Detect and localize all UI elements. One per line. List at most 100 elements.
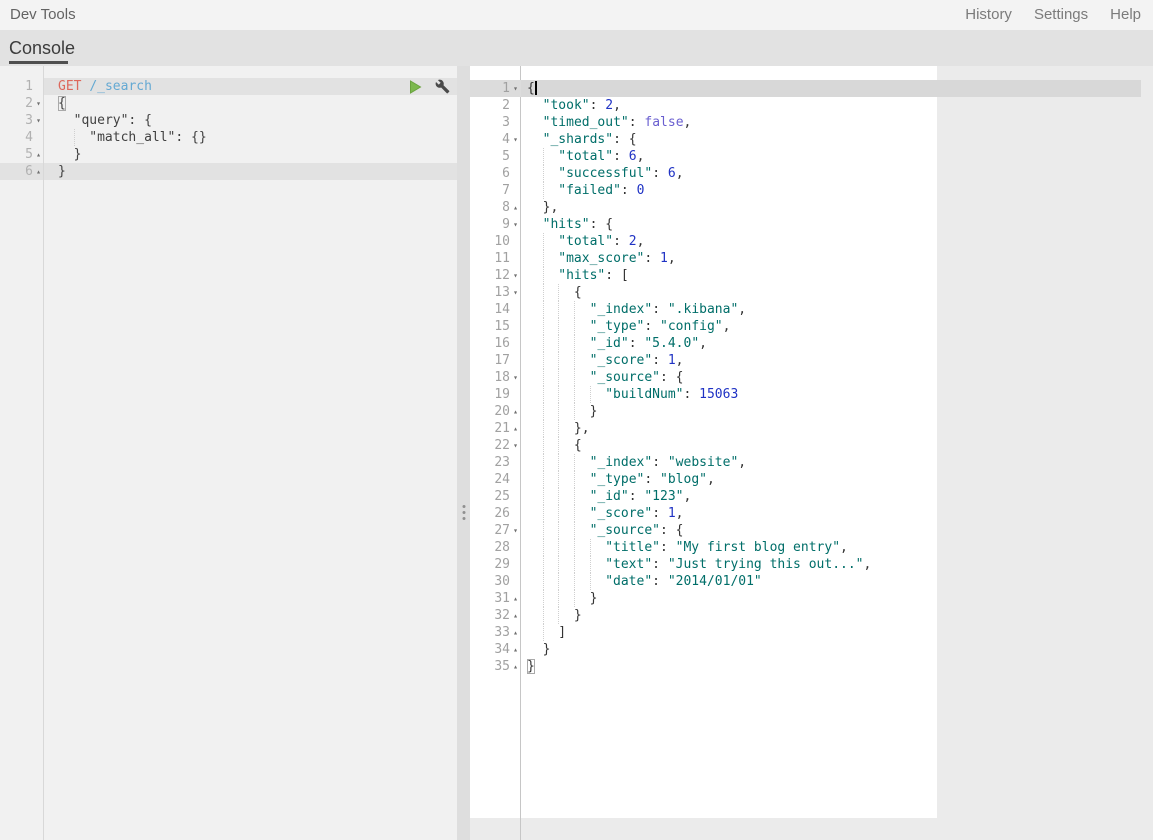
- line-number: 2: [0, 95, 33, 112]
- fold-toggle-icon[interactable]: ▴: [510, 420, 521, 437]
- fold-toggle-icon[interactable]: ▴: [510, 658, 521, 675]
- fold-toggle-icon[interactable]: ▾: [33, 112, 44, 129]
- fold-toggle-icon[interactable]: ▾: [510, 80, 521, 97]
- code-line[interactable]: 7"failed": 0: [470, 182, 1153, 199]
- fold-toggle-icon[interactable]: ▾: [510, 369, 521, 386]
- code-line[interactable]: 2▾{: [0, 95, 457, 112]
- code-line[interactable]: 5▴}: [0, 146, 457, 163]
- code-line[interactable]: 12▾"hits": [: [470, 267, 1153, 284]
- tab-console[interactable]: Console: [9, 38, 75, 59]
- indent-guide: [574, 505, 590, 522]
- gutter-cell: 20▴: [470, 403, 521, 420]
- code-text: ]: [521, 624, 1153, 641]
- fold-toggle-icon[interactable]: ▴: [510, 607, 521, 624]
- code-line[interactable]: 23"_index": "website",: [470, 454, 1153, 471]
- gutter-cell: 17: [470, 352, 521, 369]
- fold-toggle-icon[interactable]: ▾: [510, 284, 521, 301]
- menu-item-help[interactable]: Help: [1110, 6, 1141, 23]
- code-line[interactable]: 18▾"_source": {: [470, 369, 1153, 386]
- code-text: "total": 2,: [521, 233, 1153, 250]
- code-text: }: [44, 146, 457, 163]
- indent-guide: [558, 403, 574, 420]
- line-number: 3: [470, 114, 510, 131]
- panel-splitter[interactable]: [457, 66, 470, 840]
- code-text: "_type": "blog",: [521, 471, 1153, 488]
- code-line[interactable]: 10"total": 2,: [470, 233, 1153, 250]
- indent-guide: [543, 352, 559, 369]
- fold-toggle-icon[interactable]: ▾: [510, 131, 521, 148]
- code-text: "_source": {: [521, 522, 1153, 539]
- line-number: 12: [470, 267, 510, 284]
- code-line[interactable]: 6▴}: [0, 163, 457, 180]
- response-code: 1▾{2"took": 2,3"timed_out": false,4▾"_sh…: [470, 80, 1153, 675]
- gutter-cell: 8▴: [470, 199, 521, 216]
- fold-toggle-icon[interactable]: ▾: [510, 216, 521, 233]
- code-line[interactable]: 3▾"query": {: [0, 112, 457, 129]
- code-line[interactable]: 19 "buildNum": 15063: [470, 386, 1153, 403]
- code-line[interactable]: 9▾"hits": {: [470, 216, 1153, 233]
- fold-toggle-icon[interactable]: ▴: [510, 590, 521, 607]
- fold-toggle-icon[interactable]: ▴: [510, 641, 521, 658]
- code-text: "total": 6,: [521, 148, 1153, 165]
- code-line[interactable]: 17"_score": 1,: [470, 352, 1153, 369]
- line-number: 29: [470, 556, 510, 573]
- fold-toggle-icon[interactable]: ▾: [510, 437, 521, 454]
- fold-toggle-icon[interactable]: ▾: [510, 522, 521, 539]
- code-line[interactable]: 11"max_score": 1,: [470, 250, 1153, 267]
- code-line[interactable]: 22▾{: [470, 437, 1153, 454]
- fold-toggle-icon[interactable]: ▾: [510, 267, 521, 284]
- fold-toggle-icon[interactable]: ▴: [510, 199, 521, 216]
- indent-guide: [543, 165, 559, 182]
- code-line[interactable]: 24"_type": "blog",: [470, 471, 1153, 488]
- fold-toggle-icon[interactable]: ▴: [510, 403, 521, 420]
- code-line[interactable]: 34▴}: [470, 641, 1153, 658]
- response-editor[interactable]: 1▾{2"took": 2,3"timed_out": false,4▾"_sh…: [470, 66, 1153, 840]
- code-line[interactable]: 29"text": "Just trying this out...",: [470, 556, 1153, 573]
- code-line[interactable]: 16"_id": "5.4.0",: [470, 335, 1153, 352]
- request-actions: [407, 79, 450, 95]
- code-line[interactable]: 4▾"_shards": {: [470, 131, 1153, 148]
- fold-toggle-icon[interactable]: ▴: [33, 163, 44, 180]
- code-line[interactable]: 1GET /_search: [0, 78, 457, 95]
- indent-guide: [558, 454, 574, 471]
- code-text: "_id": "5.4.0",: [521, 335, 1153, 352]
- code-line[interactable]: 3"timed_out": false,: [470, 114, 1153, 131]
- request-editor[interactable]: 1GET /_search2▾{3▾"query": {4"match_all"…: [0, 66, 457, 840]
- code-line[interactable]: 28"title": "My first blog entry",: [470, 539, 1153, 556]
- code-text: }: [521, 590, 1153, 607]
- code-line[interactable]: 26"_score": 1,: [470, 505, 1153, 522]
- wrench-icon[interactable]: [435, 79, 450, 94]
- line-number: 35: [470, 658, 510, 675]
- menu-item-settings[interactable]: Settings: [1034, 6, 1088, 23]
- play-icon[interactable]: [407, 79, 423, 95]
- code-line[interactable]: 15"_type": "config",: [470, 318, 1153, 335]
- code-line[interactable]: 31▴}: [470, 590, 1153, 607]
- code-line[interactable]: 35▴}: [470, 658, 1153, 675]
- code-text: "buildNum": 15063: [521, 386, 1153, 403]
- code-line[interactable]: 21▴},: [470, 420, 1153, 437]
- code-text: "hits": {: [521, 216, 1153, 233]
- code-line[interactable]: 8▴},: [470, 199, 1153, 216]
- fold-toggle-icon[interactable]: ▾: [33, 95, 44, 112]
- indent-guide: [543, 386, 559, 403]
- code-line[interactable]: 4"match_all": {}: [0, 129, 457, 146]
- code-line[interactable]: 25"_id": "123",: [470, 488, 1153, 505]
- code-line[interactable]: 2"took": 2,: [470, 97, 1153, 114]
- code-line[interactable]: 1▾{: [470, 80, 1153, 97]
- indent-guide: [543, 539, 559, 556]
- code-line[interactable]: 33▴]: [470, 624, 1153, 641]
- indent-guide: [574, 318, 590, 335]
- code-line[interactable]: 30"date": "2014/01/01": [470, 573, 1153, 590]
- code-line[interactable]: 32▴}: [470, 607, 1153, 624]
- fold-toggle-icon[interactable]: ▴: [510, 624, 521, 641]
- code-line[interactable]: 5"total": 6,: [470, 148, 1153, 165]
- line-number: 31: [470, 590, 510, 607]
- fold-toggle-icon[interactable]: ▴: [33, 146, 44, 163]
- menu-item-history[interactable]: History: [965, 6, 1012, 23]
- code-line[interactable]: 27▾"_source": {: [470, 522, 1153, 539]
- code-line[interactable]: 6"successful": 6,: [470, 165, 1153, 182]
- code-line[interactable]: 13▾{: [470, 284, 1153, 301]
- code-line[interactable]: 20▴}: [470, 403, 1153, 420]
- code-line[interactable]: 14"_index": ".kibana",: [470, 301, 1153, 318]
- line-number: 19: [470, 386, 510, 403]
